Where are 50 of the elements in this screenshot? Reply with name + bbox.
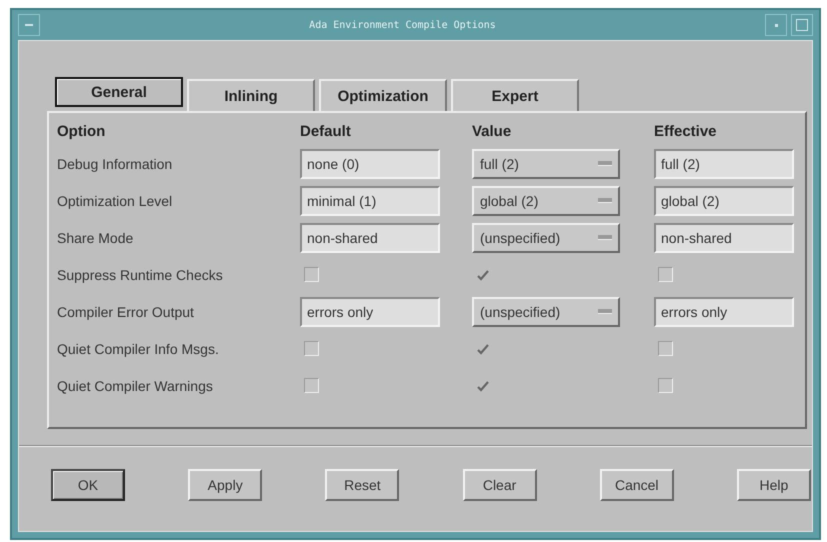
value-dropdown[interactable]: (unspecified)	[472, 296, 620, 326]
option-label: Optimization Level	[57, 192, 174, 208]
default-field: minimal (1)	[300, 186, 440, 216]
effective-field: errors only	[654, 296, 794, 326]
dialog-button[interactable]: Clear	[462, 469, 537, 501]
value-dropdown[interactable]: (unspecified)	[472, 222, 620, 252]
checkmark-icon[interactable]	[476, 378, 490, 392]
maximize-button[interactable]	[791, 14, 813, 36]
checkbox[interactable]	[304, 341, 319, 356]
checkbox[interactable]	[658, 378, 673, 393]
dialog-button[interactable]: Reset	[325, 469, 400, 501]
default-field: non-shared	[300, 222, 440, 252]
column-header: Default	[300, 122, 352, 140]
column-header: Effective	[654, 122, 718, 140]
dialog-button[interactable]: OK	[51, 469, 125, 501]
checkbox[interactable]	[658, 341, 673, 356]
dialog-button[interactable]: Cancel	[600, 469, 674, 501]
tab[interactable]: Optimization	[319, 79, 447, 111]
effective-field: global (2)	[654, 186, 794, 216]
option-label: Suppress Runtime Checks	[57, 266, 224, 282]
tab[interactable]: Inlining	[187, 79, 315, 111]
minimize-button[interactable]	[765, 14, 787, 36]
column-header: Option	[57, 122, 106, 140]
tab[interactable]: Expert	[451, 79, 579, 111]
dropdown-indicator-icon	[598, 161, 612, 166]
option-label: Quiet Compiler Warnings	[57, 378, 214, 394]
dialog-button[interactable]: Help	[736, 469, 811, 501]
dropdown-indicator-icon	[598, 198, 612, 203]
window-menu-button[interactable]	[18, 14, 40, 36]
option-label: Share Mode	[57, 230, 134, 246]
default-field: errors only	[300, 296, 440, 326]
tab[interactable]: General	[55, 77, 183, 107]
option-label: Quiet Compiler Info Msgs.	[57, 340, 220, 356]
checkmark-icon[interactable]	[476, 342, 490, 356]
effective-field: full (2)	[654, 148, 794, 178]
value-dropdown[interactable]: global (2)	[472, 186, 620, 216]
checkmark-icon[interactable]	[476, 268, 490, 282]
option-label: Compiler Error Output	[57, 304, 195, 320]
value-dropdown[interactable]: full (2)	[472, 148, 620, 178]
default-field: none (0)	[300, 148, 440, 178]
option-label: Debug Information	[57, 156, 174, 172]
checkbox[interactable]	[304, 378, 319, 393]
checkbox[interactable]	[304, 267, 319, 282]
window-title: Ada Environment Compile Options	[308, 20, 497, 30]
checkbox[interactable]	[658, 267, 673, 282]
effective-field: non-shared	[654, 222, 794, 252]
dropdown-indicator-icon	[598, 235, 612, 240]
dropdown-indicator-icon	[598, 309, 612, 314]
dialog-button[interactable]: Apply	[188, 469, 262, 501]
column-header: Value	[472, 122, 512, 140]
